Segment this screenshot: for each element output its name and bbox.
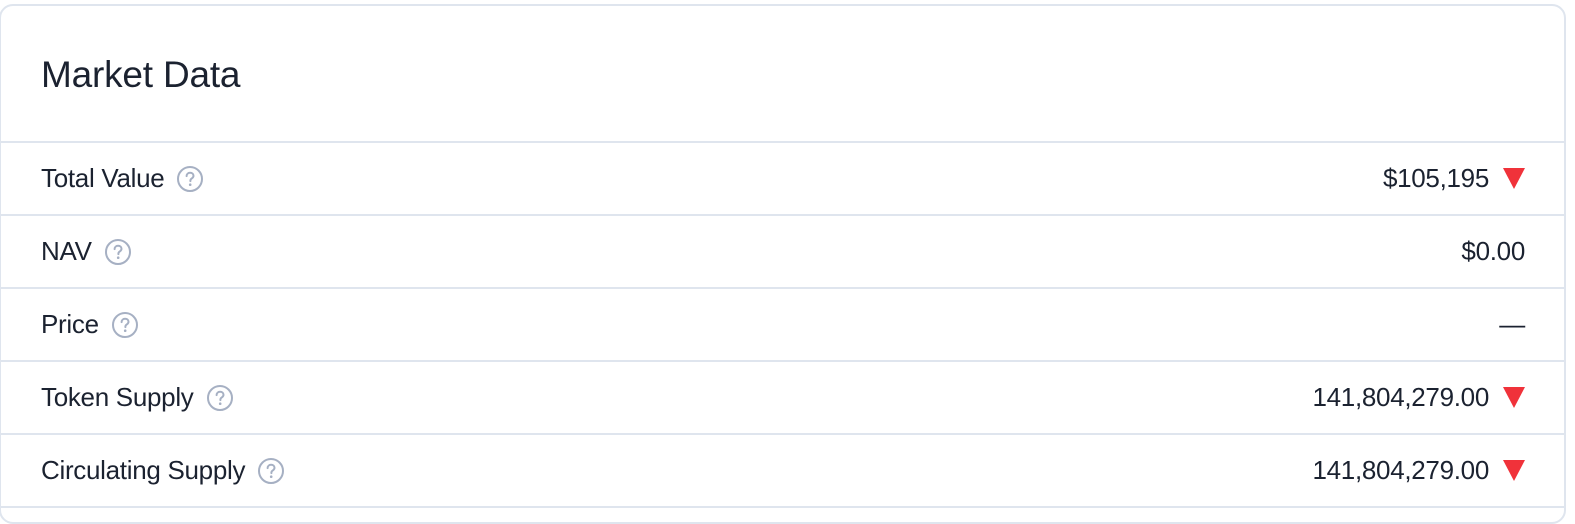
row-label-group: Total Value xyxy=(41,163,204,194)
row-price: Price — xyxy=(1,289,1564,362)
row-token-supply: Token Supply 141,804,279.00 xyxy=(1,362,1564,435)
row-label-group: Token Supply xyxy=(41,382,234,413)
row-value-group: 141,804,279.00 xyxy=(1312,455,1525,486)
question-circle-icon[interactable] xyxy=(104,238,132,266)
market-data-card: Market Data Total Value $105,195 NAV $0.… xyxy=(0,4,1566,524)
row-label: Total Value xyxy=(41,163,165,193)
row-label: Price xyxy=(41,309,99,339)
question-circle-icon[interactable] xyxy=(257,457,285,485)
row-label: Token Supply xyxy=(41,382,194,412)
question-circle-icon[interactable] xyxy=(111,311,139,339)
triangle-down-icon xyxy=(1503,460,1525,481)
row-value: 141,804,279.00 xyxy=(1312,455,1489,485)
card-header: Market Data xyxy=(1,6,1564,143)
question-circle-icon[interactable] xyxy=(176,165,204,193)
question-circle-icon[interactable] xyxy=(206,384,234,412)
row-value-group: $0.00 xyxy=(1461,236,1525,267)
row-label: Circulating Supply xyxy=(41,455,246,485)
row-value: $0.00 xyxy=(1461,236,1525,266)
triangle-down-icon xyxy=(1503,387,1525,408)
row-label-group: Circulating Supply xyxy=(41,455,285,486)
row-total-value: Total Value $105,195 xyxy=(1,143,1564,216)
row-value: 141,804,279.00 xyxy=(1312,382,1489,412)
triangle-down-icon xyxy=(1503,168,1525,189)
row-nav: NAV $0.00 xyxy=(1,216,1564,289)
row-value: — xyxy=(1499,309,1525,339)
row-value-group: $105,195 xyxy=(1383,163,1525,194)
row-value: $105,195 xyxy=(1382,163,1489,193)
row-label-group: Price xyxy=(41,309,139,340)
row-value-group: — xyxy=(1499,309,1525,340)
row-circulating-supply: Circulating Supply 141,804,279.00 xyxy=(1,435,1564,508)
row-label-group: NAV xyxy=(41,236,132,267)
card-title: Market Data xyxy=(41,54,241,95)
row-label: NAV xyxy=(41,236,92,266)
row-value-group: 141,804,279.00 xyxy=(1312,382,1525,413)
